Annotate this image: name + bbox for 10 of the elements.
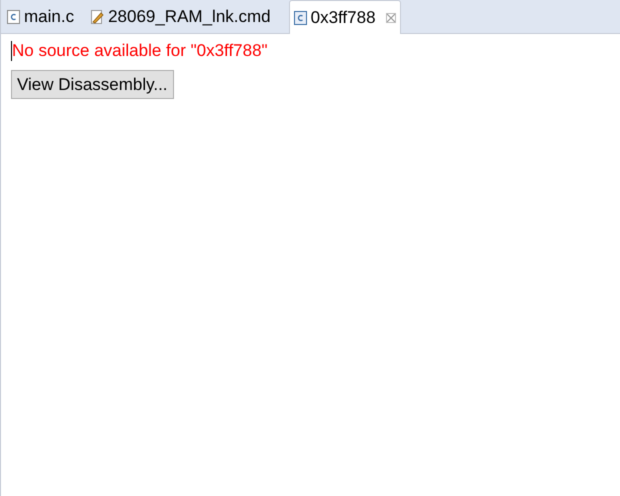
editor-tab[interactable]: 0x3ff788: [288, 0, 401, 34]
c-file-icon: [7, 10, 20, 24]
c-file-icon: [294, 10, 307, 24]
close-icon[interactable]: [386, 12, 396, 22]
editor-tab[interactable]: 28069_RAM_lnk.cmd: [84, 0, 277, 34]
pencil-file-icon: [90, 10, 104, 24]
view-disassembly-button[interactable]: View Disassembly...: [11, 70, 174, 99]
error-message: No source available for "0x3ff788": [12, 40, 268, 62]
text-cursor: [11, 41, 12, 61]
editor-tab[interactable]: main.c: [1, 0, 80, 34]
